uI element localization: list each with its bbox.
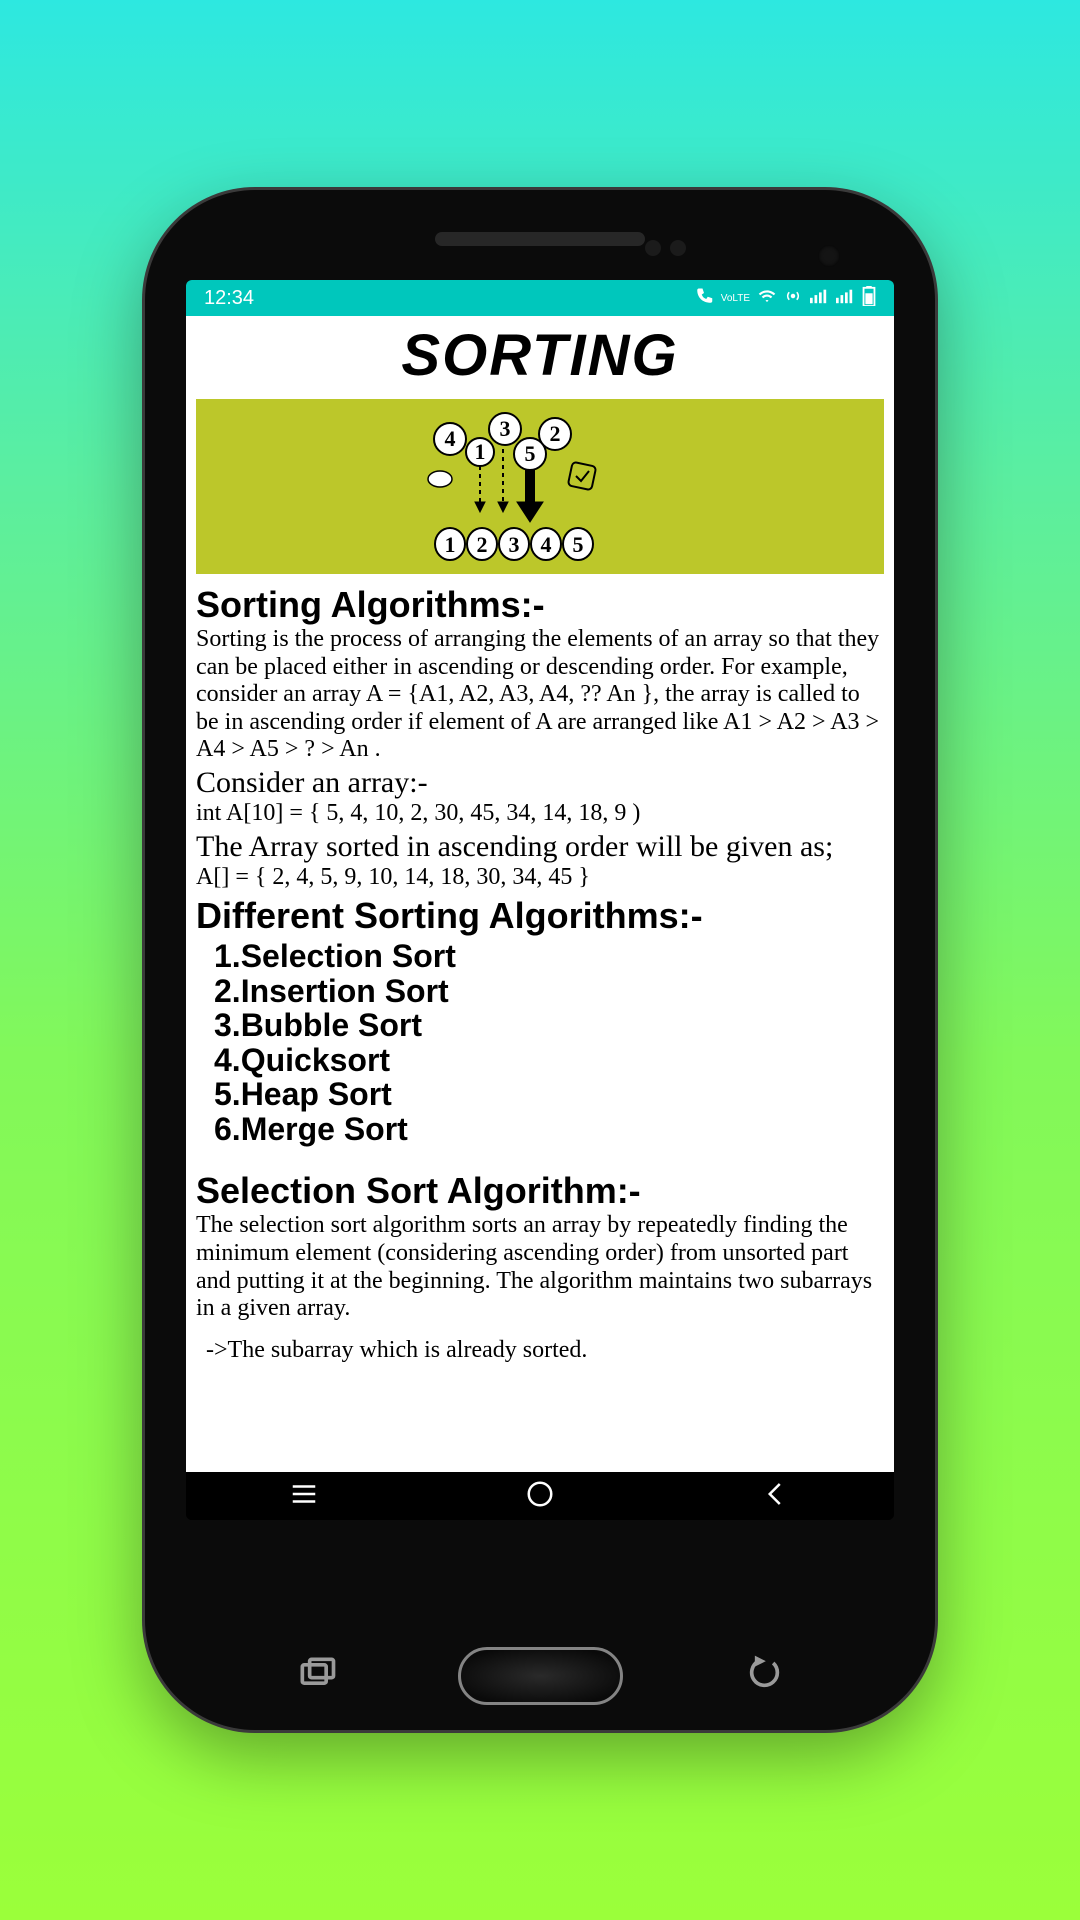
hardware-buttons <box>145 1647 935 1705</box>
svg-text:5: 5 <box>525 441 536 466</box>
list-item: 3.Bubble Sort <box>214 1008 884 1043</box>
signal-icon <box>836 288 854 309</box>
heading-sorting-algorithms: Sorting Algorithms:- <box>196 584 884 626</box>
svg-text:1: 1 <box>445 532 456 557</box>
wifi-icon <box>758 287 776 310</box>
svg-text:4: 4 <box>445 426 456 451</box>
sensor-dot <box>645 240 661 256</box>
status-bar: 12:34 VoLTE <box>186 280 894 316</box>
android-nav-bar <box>186 1472 894 1520</box>
earpiece <box>435 232 645 246</box>
heading-ascending: The Array sorted in ascending order will… <box>196 830 884 864</box>
svg-text:1: 1 <box>475 439 486 464</box>
phone-frame: 12:34 VoLTE <box>145 190 935 1730</box>
svg-text:3: 3 <box>500 416 511 441</box>
list-item: 4.Quicksort <box>214 1043 884 1078</box>
heading-consider-array: Consider an array:- <box>196 766 884 800</box>
recent-apps-button[interactable] <box>289 1479 319 1514</box>
page-title: SORTING <box>186 322 894 389</box>
svg-text:2: 2 <box>477 532 488 557</box>
sensor-dot <box>670 240 686 256</box>
list-item: 2.Insertion Sort <box>214 974 884 1009</box>
heading-selection-sort: Selection Sort Algorithm:- <box>196 1170 884 1212</box>
list-item: 1.Selection Sort <box>214 939 884 974</box>
list-item: 6.Merge Sort <box>214 1112 884 1147</box>
unsorted-group: 4 1 3 5 2 <box>434 413 571 470</box>
sorting-illustration: 4 1 3 5 2 <box>196 399 884 574</box>
home-button[interactable] <box>525 1479 555 1514</box>
heading-different-algorithms: Different Sorting Algorithms:- <box>196 895 884 937</box>
article-scroll[interactable]: SORTING 4 1 3 5 2 <box>186 316 894 1472</box>
bullet-line: ->The subarray which is already sorted. <box>196 1337 884 1365</box>
signal-icon <box>810 288 828 309</box>
front-camera <box>818 245 840 267</box>
list-item: 5.Heap Sort <box>214 1077 884 1112</box>
svg-text:3: 3 <box>509 532 520 557</box>
hotspot-icon <box>784 287 802 310</box>
battery-icon <box>862 286 876 311</box>
svg-text:2: 2 <box>550 421 561 446</box>
screen: 12:34 VoLTE <box>186 280 894 1520</box>
algorithm-list: 1.Selection Sort 2.Insertion Sort 3.Bubb… <box>196 937 884 1156</box>
sorted-group: 1 2 3 4 5 <box>435 528 593 560</box>
paragraph: The selection sort algorithm sorts an ar… <box>196 1212 884 1322</box>
hw-home-button[interactable] <box>458 1647 623 1705</box>
code-line: int A[10] = { 5, 4, 10, 2, 30, 45, 34, 1… <box>196 800 884 828</box>
paragraph: Sorting is the process of arranging the … <box>196 626 884 764</box>
code-line: A[] = { 2, 4, 5, 9, 10, 14, 18, 30, 34, … <box>196 864 884 892</box>
svg-text:4: 4 <box>541 532 552 557</box>
back-button[interactable] <box>761 1479 791 1514</box>
volte-icon: VoLTE <box>721 294 750 303</box>
status-time: 12:34 <box>204 287 254 310</box>
status-icons: VoLTE <box>695 286 876 311</box>
svg-text:5: 5 <box>573 532 584 557</box>
hw-back-icon[interactable] <box>742 1652 786 1701</box>
call-icon <box>695 287 713 310</box>
hw-recent-icon[interactable] <box>295 1652 339 1701</box>
